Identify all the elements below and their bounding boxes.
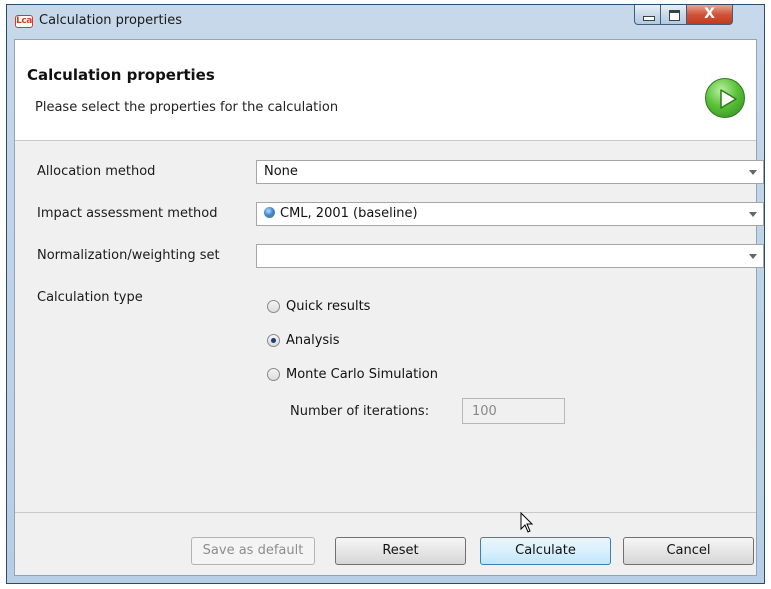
chevron-down-icon bbox=[749, 212, 757, 217]
normalization-set-label: Normalization/weighting set bbox=[37, 248, 220, 263]
radio-button-icon bbox=[267, 367, 280, 381]
minimize-icon bbox=[643, 16, 655, 21]
radio-label: Quick results bbox=[286, 298, 371, 314]
radio-label: Monte Carlo Simulation bbox=[286, 366, 438, 382]
save-as-default-button[interactable]: Save as default bbox=[191, 537, 315, 565]
reset-button[interactable]: Reset bbox=[335, 537, 466, 565]
iterations-input[interactable] bbox=[462, 398, 565, 424]
radio-label: Analysis bbox=[286, 332, 340, 348]
window-title: Calculation properties bbox=[39, 13, 182, 28]
calculation-type-label: Calculation type bbox=[37, 290, 143, 305]
radio-button-selected-icon bbox=[267, 333, 280, 347]
cancel-button[interactable]: Cancel bbox=[623, 537, 754, 565]
impact-method-combo[interactable]: CML, 2001 (baseline) bbox=[256, 202, 764, 226]
lca-app-icon: Lca bbox=[15, 15, 33, 28]
globe-icon bbox=[264, 207, 275, 218]
close-button[interactable]: X bbox=[686, 5, 733, 25]
title-bar[interactable]: Lca Calculation properties X bbox=[7, 5, 764, 39]
maximize-button[interactable] bbox=[660, 5, 687, 25]
radio-button-icon bbox=[267, 299, 280, 313]
play-icon bbox=[705, 78, 745, 118]
impact-method-value: CML, 2001 (baseline) bbox=[280, 206, 418, 221]
normalization-set-combo[interactable] bbox=[256, 244, 764, 268]
minimize-button[interactable] bbox=[634, 5, 661, 25]
radio-monte-carlo[interactable]: Monte Carlo Simulation bbox=[267, 364, 438, 384]
dialog-header: Calculation properties Please select the… bbox=[15, 40, 756, 141]
allocation-method-label: Allocation method bbox=[37, 164, 156, 179]
radio-quick-results[interactable]: Quick results bbox=[267, 296, 370, 316]
allocation-method-combo[interactable]: None bbox=[256, 160, 764, 184]
radio-analysis[interactable]: Analysis bbox=[267, 330, 340, 350]
close-icon: X bbox=[704, 6, 715, 22]
maximize-icon bbox=[669, 10, 680, 21]
dialog-client-area: Calculation properties Please select the… bbox=[14, 39, 764, 576]
calculate-button[interactable]: Calculate bbox=[480, 537, 611, 565]
footer-divider bbox=[15, 512, 756, 513]
dialog-window: Lca Calculation properties X Calculation… bbox=[6, 4, 765, 584]
chevron-down-icon bbox=[749, 170, 757, 175]
impact-method-label: Impact assessment method bbox=[37, 206, 218, 221]
allocation-method-value: None bbox=[264, 164, 298, 179]
iterations-label: Number of iterations: bbox=[290, 404, 430, 419]
header-title: Calculation properties bbox=[27, 66, 215, 84]
header-subtitle: Please select the properties for the cal… bbox=[35, 100, 339, 115]
chevron-down-icon bbox=[749, 254, 757, 259]
mouse-cursor-icon bbox=[520, 512, 534, 533]
